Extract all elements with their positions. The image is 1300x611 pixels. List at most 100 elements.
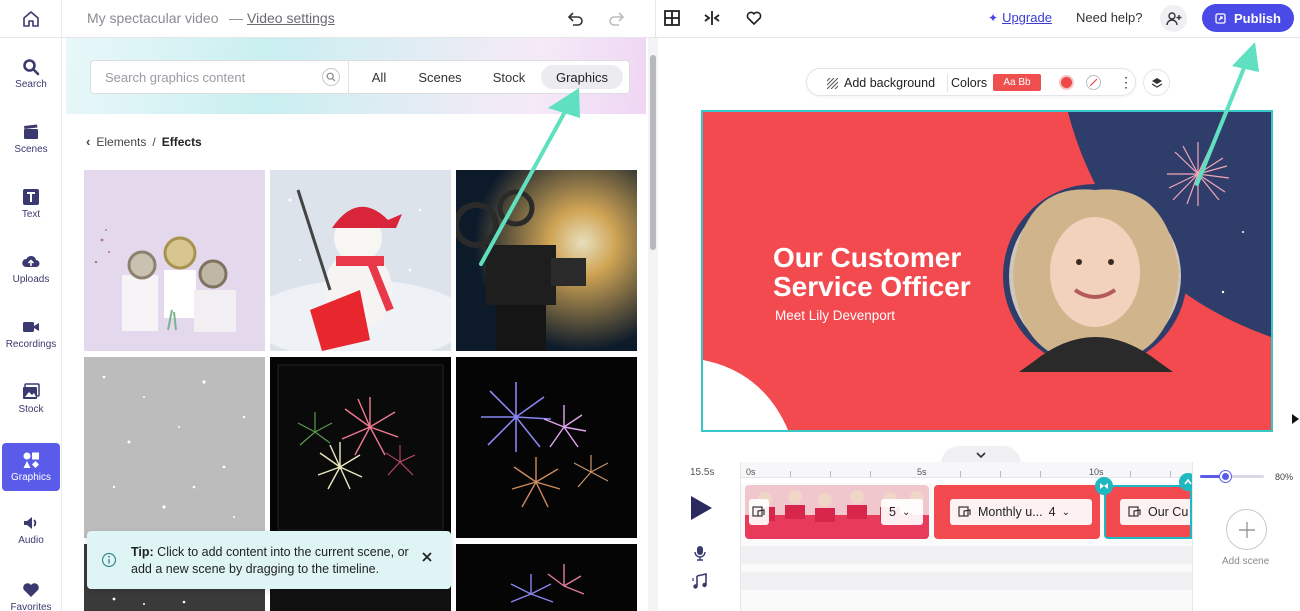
rail-item-label: Recordings bbox=[5, 339, 57, 350]
rail-item-favorites[interactable]: Favorites bbox=[2, 573, 60, 611]
shapes-icon bbox=[23, 452, 39, 468]
grid-icon[interactable] bbox=[663, 9, 681, 27]
tip-bold: Tip: bbox=[131, 545, 154, 559]
undo-icon[interactable] bbox=[564, 8, 586, 30]
colors-button[interactable]: Colors bbox=[951, 76, 987, 90]
invite-user-button[interactable] bbox=[1160, 5, 1187, 32]
tab-graphics[interactable]: Graphics bbox=[541, 65, 623, 89]
music-track[interactable] bbox=[741, 572, 1192, 590]
breadcrumb: ‹ Elements / Effects bbox=[86, 134, 202, 149]
favorite-heart-icon[interactable] bbox=[745, 9, 763, 27]
publish-button[interactable]: Publish bbox=[1202, 4, 1294, 32]
color-swatch-none[interactable] bbox=[1086, 75, 1101, 90]
effect-thumbnail-medals[interactable] bbox=[84, 170, 265, 351]
clip-duration-value[interactable]: 4 bbox=[1049, 505, 1056, 519]
home-button[interactable] bbox=[0, 0, 62, 38]
ruler-tick bbox=[830, 471, 831, 477]
publish-label: Publish bbox=[1234, 10, 1281, 26]
scene-title-line1: Our Customer bbox=[773, 242, 962, 273]
panel-scrollbar-thumb[interactable] bbox=[650, 55, 656, 250]
chevron-up-icon bbox=[1184, 479, 1192, 485]
scene-music-icon bbox=[752, 506, 765, 517]
rail-item-label: Text bbox=[21, 209, 41, 220]
chevron-down-icon[interactable]: ⌄ bbox=[1062, 507, 1070, 518]
rail-item-recordings[interactable]: Recordings bbox=[2, 310, 60, 358]
rail-item-uploads[interactable]: Uploads bbox=[2, 245, 60, 293]
voice-track[interactable] bbox=[741, 546, 1192, 564]
ruler-label-10: 10s bbox=[1089, 467, 1104, 477]
microphone-icon[interactable] bbox=[693, 545, 707, 561]
transition-marker[interactable] bbox=[1095, 477, 1113, 495]
add-user-icon bbox=[1165, 11, 1181, 25]
heart-icon bbox=[23, 583, 39, 597]
color-swatch-red[interactable] bbox=[1059, 75, 1074, 90]
rail-item-label: Search bbox=[15, 79, 47, 90]
rail-item-label: Stock bbox=[18, 404, 44, 415]
more-options-icon[interactable]: ⋮ bbox=[1119, 74, 1133, 91]
redo-icon[interactable] bbox=[606, 8, 628, 30]
panel-header: All Scenes Stock Graphics bbox=[66, 38, 646, 114]
effect-thumbnail-fireworks-2[interactable] bbox=[456, 357, 637, 538]
music-note-icon[interactable] bbox=[692, 573, 708, 589]
search-input[interactable] bbox=[91, 61, 347, 93]
rail-item-scenes[interactable]: Scenes bbox=[2, 115, 60, 163]
rail-item-graphics[interactable]: Graphics bbox=[2, 443, 60, 491]
breadcrumb-parent[interactable]: Elements bbox=[96, 135, 146, 149]
info-icon bbox=[101, 552, 117, 568]
tip-body: Click to add content into the current sc… bbox=[131, 545, 409, 576]
font-style-badge[interactable]: Aa Bb bbox=[993, 74, 1041, 91]
scene-canvas[interactable]: Our Customer Service Officer Meet Lily D… bbox=[701, 110, 1273, 432]
clip-duration-select[interactable]: 5 ⌄ bbox=[881, 499, 923, 525]
layers-button[interactable] bbox=[1143, 69, 1170, 96]
rail-item-search[interactable]: Search bbox=[2, 50, 60, 98]
effect-thumbnail-snowfall[interactable] bbox=[84, 357, 265, 538]
video-settings-link[interactable]: Video settings bbox=[247, 10, 335, 26]
toolbar-divider bbox=[947, 74, 948, 92]
scene-title-line2: Service Officer bbox=[773, 271, 971, 302]
breadcrumb-current: Effects bbox=[161, 134, 202, 149]
ruler-tick bbox=[1040, 471, 1041, 477]
transition-icon bbox=[1100, 483, 1108, 489]
add-background-label: Add background bbox=[844, 76, 936, 90]
home-icon bbox=[22, 11, 39, 27]
tip-text: Tip: Click to add content into the curre… bbox=[131, 544, 421, 578]
scene-clip-2[interactable]: Monthly u... 4 ⌄ bbox=[934, 485, 1100, 539]
tab-scenes[interactable]: Scenes bbox=[409, 65, 471, 89]
rail-item-text[interactable]: Text bbox=[2, 180, 60, 228]
scene-title[interactable]: Our Customer Service Officer bbox=[773, 243, 1023, 301]
next-scene-icon[interactable] bbox=[1290, 412, 1300, 426]
timeline-ruler[interactable] bbox=[741, 462, 1192, 478]
close-icon[interactable] bbox=[420, 550, 434, 564]
tab-stock[interactable]: Stock bbox=[481, 65, 537, 89]
tab-all[interactable]: All bbox=[359, 65, 399, 89]
chevron-left-icon[interactable]: ‹ bbox=[86, 134, 90, 149]
effect-thumbnail-fireworks-3[interactable] bbox=[456, 544, 637, 611]
scene-clip-3-selected[interactable]: Our Cu bbox=[1104, 485, 1192, 539]
need-help-link[interactable]: Need help? bbox=[1076, 10, 1143, 25]
scene-subtitle[interactable]: Meet Lily Devenport bbox=[775, 308, 895, 323]
search-button[interactable] bbox=[322, 68, 340, 86]
effect-thumbnail-snowman[interactable] bbox=[270, 170, 451, 351]
font-badge-label: Aa Bb bbox=[1003, 77, 1031, 88]
scene-toolbar: Add background Colors Aa Bb ⋮ bbox=[806, 68, 1136, 96]
scene-clip-1[interactable]: 5 ⌄ bbox=[745, 485, 929, 539]
effect-thumbnail-projector[interactable] bbox=[456, 170, 637, 351]
title-separator: — bbox=[229, 10, 243, 26]
rail-item-label: Audio bbox=[18, 535, 44, 546]
rail-item-audio[interactable]: Audio bbox=[2, 506, 60, 554]
chevron-down-icon: ⌄ bbox=[901, 506, 911, 518]
cloud-upload-icon bbox=[22, 255, 40, 267]
rail-item-stock[interactable]: Stock bbox=[2, 375, 60, 423]
add-background-button[interactable]: Add background bbox=[827, 76, 935, 90]
left-rail: Search Scenes Text Uploads Recordings St… bbox=[0, 38, 62, 611]
add-scene-button[interactable] bbox=[1226, 509, 1267, 550]
play-icon[interactable] bbox=[689, 495, 713, 521]
toolbar-divider bbox=[655, 0, 656, 38]
camera-icon bbox=[23, 322, 39, 332]
split-icon[interactable] bbox=[703, 9, 721, 27]
ruler-tick bbox=[960, 471, 961, 477]
zoom-slider-knob[interactable] bbox=[1220, 471, 1231, 482]
effect-thumbnail-fireworks-1[interactable] bbox=[270, 357, 451, 538]
upgrade-link[interactable]: ✦ Upgrade bbox=[988, 10, 1052, 25]
project-title[interactable]: My spectacular video bbox=[87, 10, 219, 26]
